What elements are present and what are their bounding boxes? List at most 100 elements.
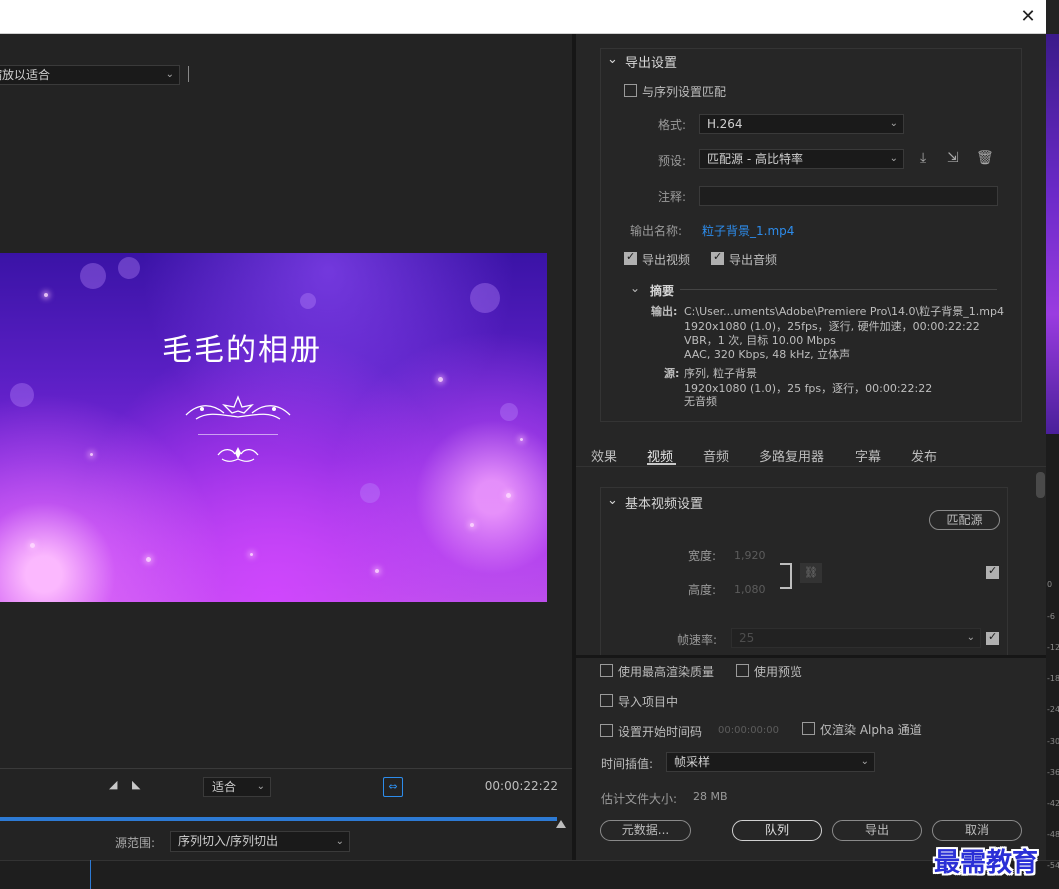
export-video-label: 导出视频 [642, 253, 691, 267]
panel-horizontal-divider[interactable] [576, 655, 1046, 658]
cancel-button[interactable]: 取消 [932, 820, 1022, 841]
time-interpolation-value: 帧采样 [674, 755, 711, 769]
import-into-project-checkbox[interactable] [600, 694, 613, 707]
summary-rule [680, 289, 997, 290]
tab-audio[interactable]: 音频 [703, 446, 729, 465]
title-bar: ✕ [0, 0, 1046, 34]
summary-output-label: 输出: [651, 305, 678, 318]
summary-chevron-icon[interactable]: ⌄ [630, 281, 640, 295]
frame-rate-label: 帧速率: [677, 633, 718, 647]
meter-tick: -6 [1047, 612, 1055, 621]
controls-divider [0, 768, 572, 769]
video-preview: 毛毛的相册 [0, 253, 547, 602]
preset-dropdown[interactable]: 匹配源 - 高比特率 ⌄ [699, 149, 904, 169]
comments-input[interactable] [699, 186, 998, 206]
playhead-handle[interactable] [556, 820, 566, 828]
render-alpha-label: 仅渲染 Alpha 通道 [820, 723, 922, 737]
zoom-value: 缩放以适合 [0, 68, 51, 82]
set-start-timecode-label: 设置开始时间码 [618, 725, 703, 739]
aspect-correction-icon[interactable]: ⇔ [383, 777, 403, 797]
background-program-monitor [1046, 34, 1059, 434]
fit-dropdown[interactable]: 适合 ⌄ [203, 777, 271, 797]
export-settings-header: 导出设置 [625, 56, 678, 71]
summary-source-label: 源: [664, 367, 680, 380]
output-name-label: 输出名称: [630, 224, 683, 238]
summary-source-line: 序列, 粒子背景 [684, 367, 757, 380]
chevron-down-icon: ⌄ [889, 118, 898, 129]
timecode-display: 00:00:22:22 [484, 779, 558, 793]
export-settings-dialog: ✕ 缩放以适合 ⌄ 毛毛的相册 [0, 0, 1059, 889]
width-height-override-checkbox[interactable] [986, 564, 999, 579]
close-icon[interactable]: ✕ [1018, 7, 1038, 27]
timeline-playhead[interactable] [90, 860, 91, 889]
scrub-bar[interactable] [0, 817, 557, 821]
meter-tick: 0 [1047, 580, 1053, 589]
ornament-divider [198, 434, 278, 435]
format-value: H.264 [707, 117, 743, 131]
ornament-small-icon [217, 447, 259, 462]
import-preset-icon[interactable]: ⇲ [947, 150, 959, 166]
zoom-dropdown[interactable]: 缩放以适合 ⌄ [0, 65, 180, 85]
export-audio-label: 导出音频 [729, 253, 778, 267]
export-button[interactable]: 导出 [832, 820, 922, 841]
export-video-checkbox[interactable] [624, 250, 637, 265]
time-interpolation-dropdown[interactable]: 帧采样 ⌄ [666, 752, 875, 772]
mark-out-icon[interactable]: ◣ [132, 778, 140, 791]
chevron-down-icon: ⌄ [966, 632, 975, 643]
summary-output-line: C:\User...uments\Adobe\Premiere Pro\14.0… [684, 305, 1004, 318]
timeline-strip [0, 860, 1059, 889]
meter-tick: -36 [1047, 768, 1059, 777]
chevron-down-icon: ⌄ [335, 836, 344, 847]
metadata-button[interactable]: 元数据... [600, 820, 691, 841]
frame-rate-dropdown[interactable]: 25 ⌄ [731, 628, 981, 648]
mark-in-icon[interactable]: ◢ [109, 778, 117, 791]
height-value[interactable]: 1,080 [734, 583, 766, 596]
preview-title-text: 毛毛的相册 [162, 333, 322, 368]
tab-effects[interactable]: 效果 [591, 446, 617, 465]
format-label: 格式: [658, 118, 687, 132]
tab-multiplexer[interactable]: 多路复用器 [759, 446, 824, 465]
meter-tick: -18 [1047, 674, 1059, 683]
save-preset-icon[interactable]: ⤓ [920, 150, 926, 166]
active-tab-indicator [647, 463, 676, 465]
fit-value: 适合 [212, 780, 237, 794]
tab-publish[interactable]: 发布 [911, 446, 937, 465]
summary-header: 摘要 [650, 284, 675, 298]
set-start-timecode-checkbox[interactable] [600, 724, 613, 737]
match-sequence-checkbox[interactable] [624, 84, 637, 97]
match-source-button[interactable]: 匹配源 [929, 510, 1000, 530]
start-timecode-value[interactable]: 00:00:00:00 [718, 725, 779, 736]
width-label: 宽度: [688, 549, 717, 563]
format-dropdown[interactable]: H.264 ⌄ [699, 114, 904, 134]
chevron-down-icon: ⌄ [165, 69, 174, 80]
meter-tick: -24 [1047, 705, 1059, 714]
summary-source-line: 无音频 [684, 395, 717, 408]
import-into-project-label: 导入项目中 [618, 695, 679, 709]
queue-button[interactable]: 队列 [732, 820, 822, 841]
comments-label: 注释: [658, 190, 687, 204]
estimated-size-label: 估计文件大小: [601, 792, 678, 806]
render-alpha-checkbox[interactable] [802, 722, 815, 735]
use-previews-checkbox[interactable] [736, 664, 749, 677]
width-value[interactable]: 1,920 [734, 549, 766, 562]
max-render-quality-checkbox[interactable] [600, 664, 613, 677]
chevron-down-icon: ⌄ [256, 781, 265, 792]
source-range-dropdown[interactable]: 序列切入/序列切出 ⌄ [170, 831, 350, 852]
scrollbar-thumb[interactable] [1036, 472, 1045, 498]
preset-value: 匹配源 - 高比特率 [707, 152, 803, 166]
meter-tick: -54 [1047, 861, 1059, 870]
video-collapse-chevron-icon[interactable]: ⌄ [607, 493, 618, 508]
summary-source-line: 1920x1080 (1.0)，25 fps，逐行，00:00:22:22 [684, 382, 933, 395]
export-audio-checkbox[interactable] [711, 250, 724, 265]
tab-captions[interactable]: 字幕 [855, 446, 881, 465]
chain-link-icon[interactable]: ⛓ [800, 563, 822, 583]
height-label: 高度: [688, 583, 717, 597]
max-render-quality-label: 使用最高渲染质量 [618, 665, 715, 679]
meter-tick: -48 [1047, 830, 1059, 839]
basic-video-header: 基本视频设置 [625, 497, 704, 512]
delete-preset-icon[interactable]: 🗑 [976, 150, 994, 166]
frame-rate-override-checkbox[interactable] [986, 630, 999, 645]
watermark-logo: 最需教育 [934, 848, 1039, 878]
collapse-chevron-icon[interactable]: ⌄ [607, 52, 618, 67]
output-name-link[interactable]: 粒子背景_1.mp4 [702, 222, 794, 239]
